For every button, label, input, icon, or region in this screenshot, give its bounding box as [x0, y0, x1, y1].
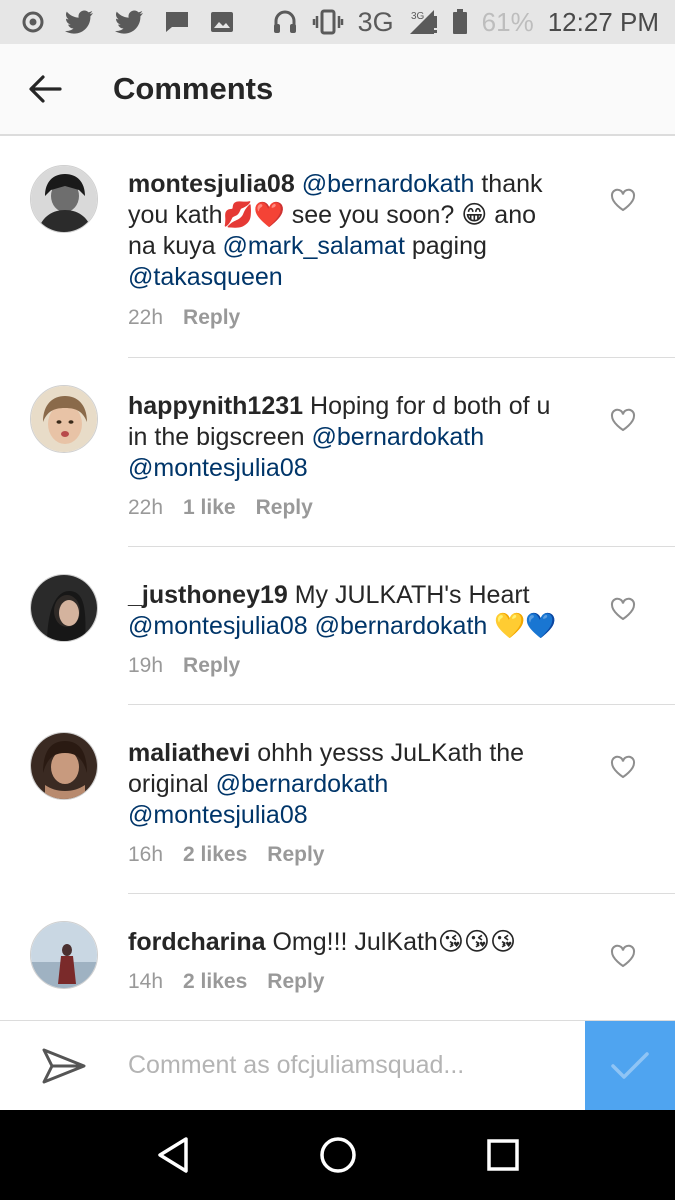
likes-count[interactable]: 2 likes [183, 843, 247, 867]
checkmark-icon[interactable] [610, 1051, 650, 1081]
comment-mention[interactable]: @montesjulia08 [128, 454, 308, 482]
comment-mention[interactable]: @takasqueen [128, 263, 283, 291]
comment-meta: 14h 2 likes Reply [128, 970, 324, 994]
notification-icons [22, 10, 234, 34]
comment-username[interactable]: montesjulia08 [128, 170, 295, 198]
nav-home-button[interactable] [308, 1125, 368, 1185]
comment-text-part: Omg!!! JulKath😘😘😘 [265, 928, 517, 956]
page-title: Comments [113, 71, 274, 106]
signal-icon: 3G [408, 8, 438, 36]
reply-button[interactable]: Reply [256, 496, 313, 520]
heart-icon[interactable] [610, 755, 636, 779]
circle-dot-icon [22, 11, 44, 33]
comment-text: montesjulia08 @bernardokath thank you ka… [128, 169, 568, 293]
comment-time: 16h [128, 843, 164, 866]
system-nav-bar [0, 1110, 675, 1200]
comment-item: maliathevi ohhh yesss JuLKath the origin… [0, 705, 675, 894]
reply-button[interactable]: Reply [183, 654, 240, 678]
back-button[interactable] [0, 43, 90, 135]
app-header: Comments [0, 44, 675, 136]
comment-username[interactable]: happynith1231 [128, 392, 303, 420]
comment-mention[interactable]: @montesjulia08 [128, 612, 308, 640]
nav-back-button[interactable] [143, 1125, 203, 1185]
twitter-icon [64, 10, 94, 34]
comment-username[interactable]: _justhoney19 [128, 581, 288, 609]
avatar[interactable] [30, 165, 98, 233]
comment-time: 22h [128, 496, 164, 519]
svg-text:3G: 3G [411, 11, 425, 22]
back-triangle-icon[interactable] [156, 1136, 190, 1174]
nav-recents-button[interactable] [473, 1125, 533, 1185]
comment-meta: 16h 2 likes Reply [128, 843, 324, 867]
comment-text: _justhoney19 My JULKATH's Heart @montesj… [128, 580, 568, 642]
comment-mention[interactable]: @montesjulia08 [128, 801, 308, 829]
vibrate-icon [312, 9, 344, 35]
comment-mention[interactable]: @bernardokath [302, 170, 475, 198]
arrow-left-icon[interactable] [28, 74, 62, 104]
comment-item: fordcharina Omg!!! JulKath😘😘😘 14h 2 like… [0, 894, 675, 1020]
paper-plane-icon[interactable] [0, 1021, 128, 1111]
comment-time: 22h [128, 306, 164, 329]
comment-input[interactable] [128, 1020, 585, 1111]
comment-time: 19h [128, 654, 164, 677]
system-status: 3G 3G 61% 12:27 PM [272, 7, 659, 38]
heart-icon[interactable] [610, 597, 636, 621]
headphones-icon [272, 9, 298, 35]
comment-list[interactable]: montesjulia08 @bernardokath thank you ka… [0, 136, 675, 1020]
reply-button[interactable]: Reply [183, 306, 240, 330]
status-bar: 3G 3G 61% 12:27 PM [0, 0, 675, 44]
heart-icon[interactable] [610, 188, 636, 212]
network-type: 3G [357, 6, 394, 37]
comment-mention[interactable]: @bernardokath [311, 423, 484, 451]
like-button[interactable] [610, 188, 636, 212]
comment-meta: 22h 1 like Reply [128, 496, 313, 520]
avatar[interactable] [30, 921, 98, 989]
comment-item: _justhoney19 My JULKATH's Heart @montesj… [0, 547, 675, 705]
reply-button[interactable]: Reply [267, 970, 324, 994]
like-button[interactable] [610, 755, 636, 779]
comment-username[interactable]: fordcharina [128, 928, 266, 956]
battery-icon [452, 9, 468, 35]
home-circle-icon[interactable] [318, 1135, 358, 1175]
avatar[interactable] [30, 732, 98, 800]
likes-count[interactable]: 1 like [183, 496, 236, 520]
comment-time: 14h [128, 970, 164, 993]
comment-text: happynith1231 Hoping for d both of u in … [128, 391, 568, 484]
like-button[interactable] [610, 597, 636, 621]
heart-icon[interactable] [610, 408, 636, 432]
avatar[interactable] [30, 385, 98, 453]
twitter-icon [114, 10, 144, 34]
battery-level: 61% [481, 6, 534, 37]
likes-count[interactable]: 2 likes [183, 970, 247, 994]
image-icon [210, 11, 234, 33]
comment-text: fordcharina Omg!!! JulKath😘😘😘 [128, 927, 568, 958]
message-icon [164, 10, 190, 34]
like-button[interactable] [610, 408, 636, 432]
comment-item: happynith1231 Hoping for d both of u in … [0, 358, 675, 547]
reply-button[interactable]: Reply [267, 843, 324, 867]
recents-square-icon[interactable] [486, 1138, 520, 1172]
clock: 12:27 PM [547, 6, 659, 37]
comment-text-part: My JULKATH's Heart [287, 581, 530, 609]
comment-mention[interactable]: @bernardokath [216, 770, 389, 798]
post-button[interactable] [585, 1020, 675, 1111]
comment-text-part [308, 612, 315, 640]
comment-mention[interactable]: @bernardokath [315, 612, 488, 640]
comment-text: maliathevi ohhh yesss JuLKath the origin… [128, 738, 568, 831]
comment-meta: 22h Reply [128, 306, 240, 330]
comment-composer [0, 1020, 675, 1111]
comment-text-part: 💛💙 [487, 612, 557, 640]
comment-username[interactable]: maliathevi [128, 739, 250, 767]
avatar[interactable] [30, 574, 98, 642]
like-button[interactable] [610, 944, 636, 968]
comment-meta: 19h Reply [128, 654, 240, 678]
comment-mention[interactable]: @mark_salamat [223, 232, 405, 260]
comment-item: montesjulia08 @bernardokath thank you ka… [0, 136, 675, 358]
comment-text-part: paging [404, 232, 487, 260]
heart-icon[interactable] [610, 944, 636, 968]
